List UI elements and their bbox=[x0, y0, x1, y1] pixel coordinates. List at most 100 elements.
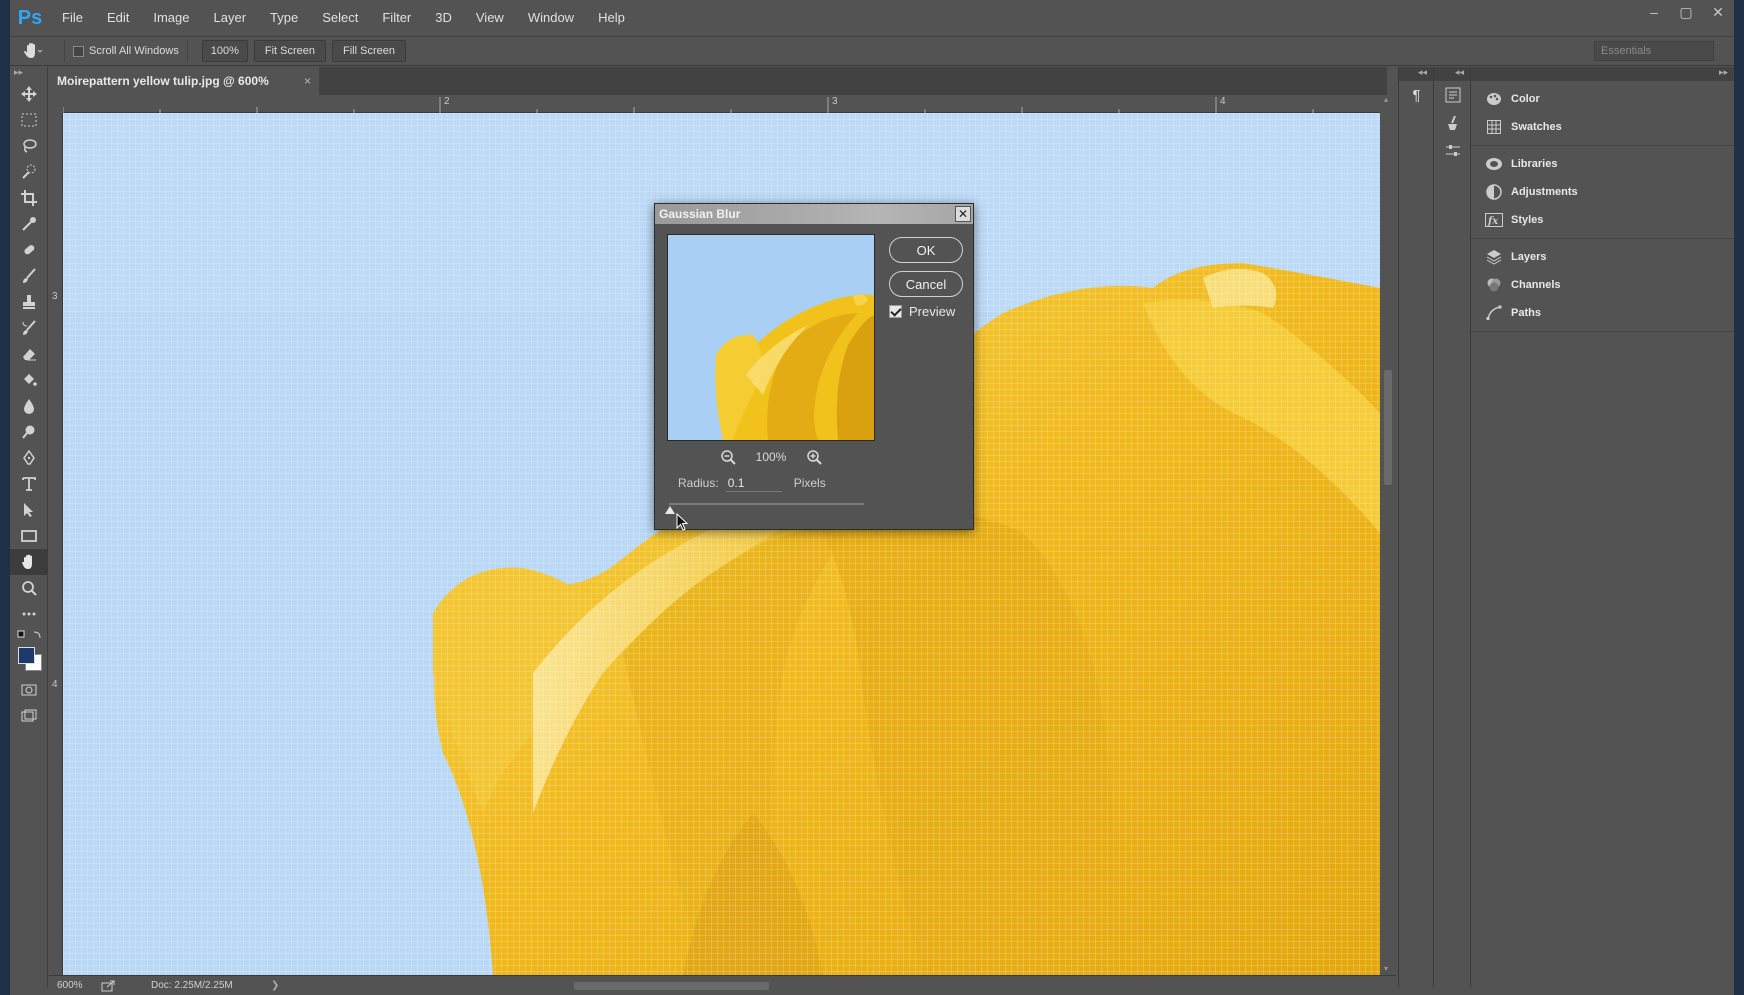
quick-selection-tool[interactable] bbox=[10, 159, 48, 185]
zoom-tool[interactable] bbox=[10, 575, 48, 601]
panel-channels[interactable]: Channels bbox=[1471, 271, 1734, 299]
screen-mode-icon bbox=[21, 709, 37, 722]
brush-settings-button[interactable] bbox=[1434, 137, 1471, 165]
close-tab-icon[interactable]: × bbox=[304, 67, 311, 95]
quick-mask-button[interactable] bbox=[10, 677, 48, 703]
foreground-color[interactable] bbox=[18, 647, 35, 664]
paragraph-panel-button[interactable]: ¶ bbox=[1399, 81, 1434, 109]
swap-colors[interactable] bbox=[10, 627, 48, 643]
ok-button[interactable]: OK bbox=[889, 237, 963, 263]
properties-panel-button[interactable] bbox=[1434, 81, 1471, 109]
clone-stamp-tool[interactable] bbox=[10, 289, 48, 315]
menu-3d[interactable]: 3D bbox=[423, 0, 464, 36]
grid-icon bbox=[1487, 120, 1501, 134]
screen-mode-button[interactable] bbox=[10, 703, 48, 729]
path-selection-tool[interactable] bbox=[10, 497, 48, 523]
panel-paths[interactable]: Paths bbox=[1471, 299, 1734, 327]
more-tools[interactable] bbox=[10, 601, 48, 627]
menu-select[interactable]: Select bbox=[310, 0, 370, 36]
fit-screen-button[interactable]: Fit Screen bbox=[253, 40, 326, 62]
color-swatches[interactable] bbox=[10, 643, 48, 677]
vertical-scroll-thumb[interactable] bbox=[1384, 370, 1392, 485]
dock-collapse-icon[interactable]: ◂◂ bbox=[1399, 67, 1433, 81]
hand-tool[interactable] bbox=[10, 549, 48, 575]
panel-group-layers: Layers Channels Paths bbox=[1471, 239, 1734, 332]
fill-screen-button[interactable]: Fill Screen bbox=[332, 40, 406, 62]
menu-image[interactable]: Image bbox=[141, 0, 201, 36]
preview-checkbox[interactable]: Preview bbox=[889, 304, 955, 319]
dodge-tool[interactable] bbox=[10, 419, 48, 445]
zoom-level[interactable]: 600% bbox=[57, 980, 97, 991]
menu-filter[interactable]: Filter bbox=[370, 0, 423, 36]
libraries-icon bbox=[1486, 158, 1502, 170]
panel-group-libraries: Libraries Adjustments fx Styles bbox=[1471, 146, 1734, 239]
panel-adjustments[interactable]: Adjustments bbox=[1471, 178, 1734, 206]
eyedropper-tool[interactable] bbox=[10, 211, 48, 237]
panel-layers[interactable]: Layers bbox=[1471, 243, 1734, 271]
paint-bucket-tool[interactable] bbox=[10, 367, 48, 393]
panel-label: Libraries bbox=[1511, 158, 1558, 170]
eraser-tool[interactable] bbox=[10, 341, 48, 367]
blur-tool[interactable] bbox=[10, 393, 48, 419]
panel-styles[interactable]: fx Styles bbox=[1471, 206, 1734, 234]
ruler-label: 3 bbox=[832, 96, 838, 107]
radius-input[interactable]: 0.1 bbox=[725, 474, 782, 492]
menu-file[interactable]: File bbox=[50, 0, 95, 36]
panel-color[interactable]: Color bbox=[1471, 85, 1734, 113]
sliders-icon bbox=[1445, 145, 1460, 156]
cancel-button[interactable]: Cancel bbox=[889, 271, 963, 297]
menu-type[interactable]: Type bbox=[258, 0, 310, 36]
maximize-button[interactable]: ▢ bbox=[1670, 0, 1702, 24]
zoom-100-button[interactable]: 100% bbox=[201, 40, 248, 62]
preview-label: Preview bbox=[909, 304, 956, 319]
menu-view[interactable]: View bbox=[464, 0, 516, 36]
crop-tool[interactable] bbox=[10, 185, 48, 211]
toolbar-collapse-icon[interactable]: ▸▸ bbox=[10, 67, 47, 81]
dock-collapse-icon[interactable]: ▸▸ bbox=[1471, 67, 1734, 81]
menu-window[interactable]: Window bbox=[516, 0, 586, 36]
rectangle-tool[interactable] bbox=[10, 523, 48, 549]
history-brush-tool[interactable] bbox=[10, 315, 48, 341]
workspace-select[interactable]: Essentials bbox=[1594, 41, 1714, 61]
minimize-button[interactable]: – bbox=[1638, 0, 1670, 24]
type-tool[interactable] bbox=[10, 471, 48, 497]
panel-swatches[interactable]: Swatches bbox=[1471, 113, 1734, 141]
menu-layer[interactable]: Layer bbox=[202, 0, 259, 36]
panel-libraries[interactable]: Libraries bbox=[1471, 150, 1734, 178]
eraser-icon bbox=[23, 349, 36, 361]
vertical-scrollbar[interactable]: ▴ ▾ bbox=[1380, 95, 1396, 975]
zoom-out-icon[interactable] bbox=[720, 449, 736, 465]
brush-presets-button[interactable] bbox=[1434, 109, 1471, 137]
brush-tool[interactable] bbox=[10, 263, 48, 289]
radius-slider-track[interactable] bbox=[669, 503, 864, 505]
scroll-up-icon[interactable]: ▴ bbox=[1384, 95, 1388, 104]
paths-icon bbox=[1486, 305, 1502, 320]
dialog-close-button[interactable]: ✕ bbox=[955, 206, 971, 222]
palette-icon bbox=[1487, 93, 1501, 105]
dock-collapse-icon[interactable]: ◂◂ bbox=[1434, 67, 1470, 81]
ruler-corner bbox=[49, 95, 63, 113]
tool-preset-picker[interactable] bbox=[10, 42, 56, 60]
document-tab[interactable]: Moirepattern yellow tulip.jpg @ 600% (RG… bbox=[49, 67, 319, 116]
close-button[interactable]: ✕ bbox=[1702, 0, 1734, 24]
status-menu-arrow-icon[interactable]: ❯ bbox=[271, 980, 279, 991]
ruler-vertical[interactable]: 3 4 bbox=[49, 113, 63, 975]
scroll-all-windows-checkbox[interactable]: Scroll All Windows bbox=[73, 45, 179, 57]
share-icon[interactable] bbox=[101, 980, 115, 992]
move-tool[interactable] bbox=[10, 81, 48, 107]
zoom-in-icon[interactable] bbox=[806, 449, 823, 465]
pen-tool[interactable] bbox=[10, 445, 48, 471]
scroll-down-icon[interactable]: ▾ bbox=[1384, 964, 1388, 973]
healing-brush-tool[interactable] bbox=[10, 237, 48, 263]
horizontal-scroll-thumb[interactable] bbox=[574, 982, 769, 990]
dialog-title-bar[interactable]: Gaussian Blur ✕ bbox=[655, 204, 973, 224]
menu-help[interactable]: Help bbox=[586, 0, 637, 36]
blur-preview[interactable] bbox=[667, 234, 875, 441]
radius-slider-thumb[interactable] bbox=[665, 506, 675, 514]
preview-tulip-image bbox=[668, 235, 874, 440]
lasso-tool[interactable] bbox=[10, 133, 48, 159]
marquee-tool[interactable] bbox=[10, 107, 48, 133]
layers-icon bbox=[1486, 250, 1502, 265]
ruler-horizontal[interactable]: 2 3 4 bbox=[63, 95, 1380, 113]
menu-edit[interactable]: Edit bbox=[95, 0, 141, 36]
